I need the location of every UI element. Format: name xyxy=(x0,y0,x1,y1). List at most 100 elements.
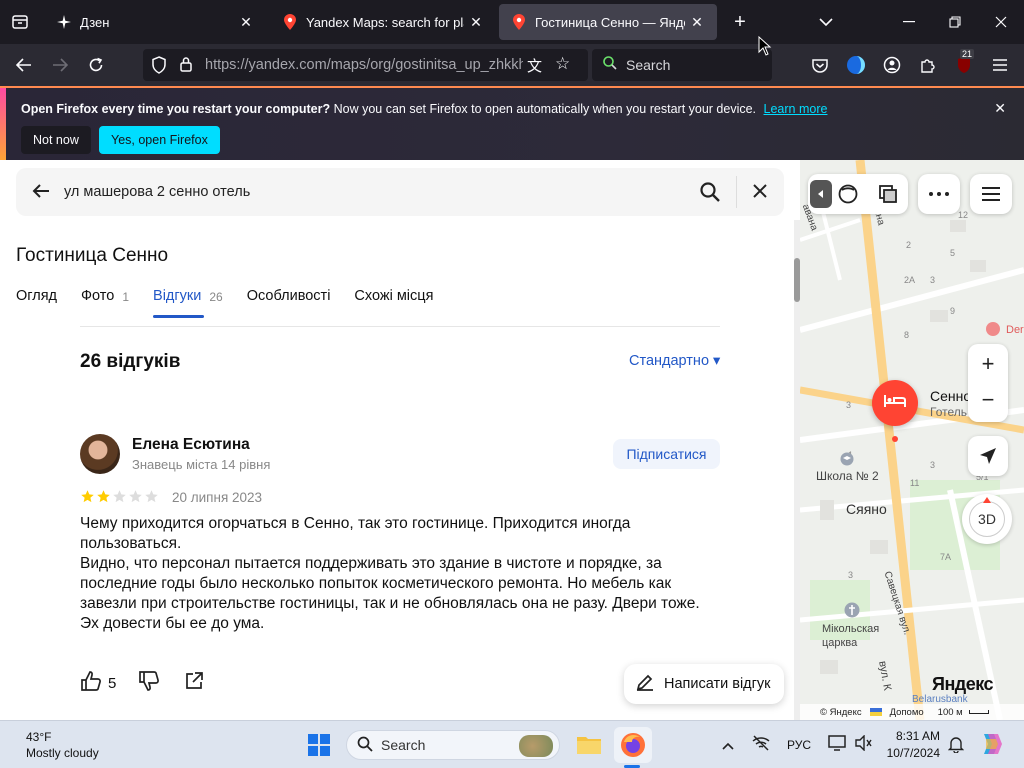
thumbs-down-icon[interactable] xyxy=(138,670,160,697)
map-search-box[interactable]: ул машерова 2 сенно отель xyxy=(16,168,784,216)
3d-compass-button[interactable]: 3D xyxy=(962,494,1012,544)
house-number: 12 xyxy=(958,210,969,220)
church-icon[interactable] xyxy=(844,602,860,623)
taskbar-search[interactable]: Search xyxy=(346,730,560,760)
search-icon xyxy=(357,736,373,755)
show-hidden-icons-chevron-icon[interactable] xyxy=(722,737,734,755)
tab-overview[interactable]: Огляд xyxy=(16,288,57,318)
search-icon[interactable] xyxy=(700,182,720,207)
close-tab-icon[interactable]: ✕ xyxy=(234,10,258,34)
review-paragraph: Видно, что персонал пытается поддерживат… xyxy=(80,555,700,612)
url-bar[interactable]: https://yandex.com/maps/org/gostinitsa_u… xyxy=(143,49,588,81)
help-link[interactable]: Допомо xyxy=(890,707,924,718)
tab-yandex-maps[interactable]: Yandex Maps: search for places ✕ xyxy=(270,0,496,44)
panorama-icon[interactable] xyxy=(838,184,858,209)
restore-icon[interactable] xyxy=(941,8,969,36)
back-arrow-icon[interactable] xyxy=(10,51,38,79)
tracking-protection-shield-icon[interactable] xyxy=(151,56,167,79)
map-menu-button[interactable] xyxy=(970,174,1012,214)
layers-icon[interactable] xyxy=(878,184,898,209)
clear-search-icon[interactable] xyxy=(753,184,767,203)
map-view[interactable]: 12 2 5 2A 3 9 8 3 1 3 11 13 5/1 7A 3 улi… xyxy=(800,160,1024,720)
taskbar-search-placeholder: Search xyxy=(381,737,426,753)
weather-widget[interactable]: 43°F Mostly cloudy xyxy=(26,729,99,761)
windows-start-icon[interactable] xyxy=(308,734,330,761)
close-notification-icon[interactable]: ✕ xyxy=(994,100,1006,117)
lock-icon[interactable] xyxy=(179,56,193,77)
learn-more-link[interactable]: Learn more xyxy=(764,102,828,116)
vpn-extension-icon[interactable] xyxy=(842,51,870,79)
more-options-button[interactable] xyxy=(918,174,960,214)
not-now-button[interactable]: Not now xyxy=(21,126,91,154)
tab-dzen[interactable]: Дзен ✕ xyxy=(44,0,266,44)
hamburger-menu-icon[interactable] xyxy=(986,51,1014,79)
system-clock[interactable]: 8:31 AM 10/7/2024 xyxy=(882,728,940,762)
account-icon[interactable] xyxy=(878,51,906,79)
hotel-marker[interactable] xyxy=(872,380,918,426)
sort-dropdown[interactable]: Стандартно ▾ xyxy=(629,353,720,369)
school-label: Школа № 2 xyxy=(816,469,879,483)
tab-overview-icon[interactable] xyxy=(6,8,34,36)
back-arrow-icon[interactable] xyxy=(32,183,50,204)
share-icon[interactable] xyxy=(184,671,204,696)
tab-reviews[interactable]: Відгуки 26 xyxy=(153,288,223,318)
file-explorer-icon[interactable] xyxy=(576,733,602,760)
poi-marker-icon[interactable] xyxy=(986,322,1000,336)
thumbs-up-icon[interactable] xyxy=(80,670,102,697)
hamburger-menu-icon xyxy=(982,187,1000,201)
church-label: Мікольская царква xyxy=(822,623,880,649)
url-text: https://yandex.com/maps/org/gostinitsa_u… xyxy=(205,57,523,73)
bed-icon xyxy=(883,393,907,414)
tab-features[interactable]: Особливості xyxy=(247,288,331,318)
tab-photos[interactable]: Фото 1 xyxy=(81,288,129,318)
review-author[interactable]: Елена Есютина xyxy=(132,436,250,454)
network-disconnected-icon[interactable] xyxy=(752,734,770,757)
star-filled-icon xyxy=(97,490,110,503)
tab-hotel-senno[interactable]: Гостиница Сенно — Яндекс К ✕ xyxy=(499,0,717,44)
web-search-bar[interactable]: Search xyxy=(592,49,772,81)
reload-icon[interactable] xyxy=(82,51,110,79)
close-tab-icon[interactable]: ✕ xyxy=(464,10,488,34)
notification-bell-icon[interactable] xyxy=(947,735,965,758)
search-placeholder: Search xyxy=(626,57,671,73)
minimize-icon[interactable] xyxy=(895,8,923,36)
divider xyxy=(80,326,720,327)
input-language[interactable]: РУС xyxy=(787,738,811,752)
house-number: 7A xyxy=(940,552,952,562)
volume-settings-icon[interactable] xyxy=(854,734,872,756)
notification-accent xyxy=(0,88,6,160)
yes-open-firefox-button[interactable]: Yes, open Firefox xyxy=(99,126,220,154)
extensions-puzzle-icon[interactable] xyxy=(914,51,942,79)
display-icon[interactable] xyxy=(828,735,846,756)
tab-similar-places[interactable]: Схожі місця xyxy=(354,288,433,318)
house-number: 3 xyxy=(930,275,936,285)
write-review-button[interactable]: Написати відгук xyxy=(624,664,784,704)
avatar[interactable] xyxy=(80,434,120,474)
map-layers-control[interactable] xyxy=(808,174,908,214)
scale-label: 100 м xyxy=(937,706,963,718)
new-tab-icon[interactable]: + xyxy=(726,8,754,36)
place-name-label: Сенно xyxy=(930,388,972,404)
bookmark-star-icon[interactable]: ☆ xyxy=(555,54,570,74)
page-content: ул машерова 2 сенно отель Гостиница Сенн… xyxy=(0,160,1024,720)
translate-icon[interactable]: 文 xyxy=(527,55,542,76)
close-tab-icon[interactable]: ✕ xyxy=(685,10,709,34)
ublock-extension-icon[interactable]: 21 xyxy=(950,49,978,79)
list-all-tabs-icon[interactable] xyxy=(812,8,840,36)
author-level: Знавець міста 14 рівня xyxy=(132,457,271,472)
map-copyright[interactable]: © Яндекс xyxy=(820,707,862,718)
tab-label: Відгуки xyxy=(153,288,202,304)
collapse-panel-icon[interactable] xyxy=(810,180,832,208)
geolocation-button[interactable] xyxy=(968,436,1008,476)
mouse-cursor-icon xyxy=(758,36,772,56)
forward-arrow-icon[interactable] xyxy=(46,51,74,79)
pocket-icon[interactable] xyxy=(806,51,834,79)
copilot-icon[interactable] xyxy=(978,731,1004,762)
close-window-icon[interactable] xyxy=(987,8,1015,36)
tab-title: Гостиница Сенно — Яндекс К xyxy=(535,14,685,30)
search-engine-icon xyxy=(602,55,618,76)
search-query[interactable]: ул машерова 2 сенно отель xyxy=(64,184,250,200)
subscribe-button[interactable]: Підписатися xyxy=(613,439,720,469)
zoom-out-icon[interactable]: − xyxy=(982,383,995,421)
zoom-in-icon[interactable]: + xyxy=(982,345,995,383)
